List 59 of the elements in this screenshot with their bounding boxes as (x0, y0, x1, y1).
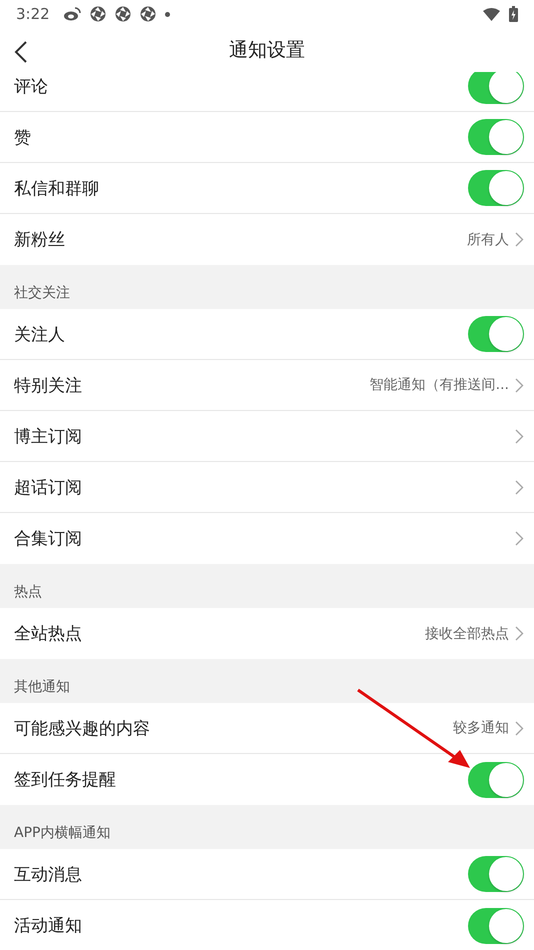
toggle-switch[interactable] (468, 856, 524, 892)
settings-row[interactable]: 可能感兴趣的内容 较多通知 (0, 703, 534, 754)
toggle-switch[interactable] (468, 72, 524, 104)
battery-icon (509, 6, 518, 22)
toggle-switch[interactable] (468, 170, 524, 206)
row-label: 私信和群聊 (14, 178, 100, 200)
chevron-right-icon (515, 531, 524, 546)
settings-row[interactable]: 新粉丝 所有人 (0, 214, 534, 265)
row-label: 合集订阅 (14, 528, 83, 550)
settings-row[interactable]: 赞 (0, 112, 534, 163)
row-label: 全站热点 (14, 623, 83, 645)
page-title: 通知设置 (229, 38, 305, 63)
section-header: 热点 (14, 583, 42, 601)
row-label: 博主订阅 (14, 426, 83, 448)
settings-row[interactable]: 合集订阅 (0, 513, 534, 564)
settings-row[interactable]: 私信和群聊 (0, 163, 534, 214)
row-label: 特别关注 (14, 374, 83, 396)
settings-row[interactable]: 博主订阅 (0, 411, 534, 462)
row-label: 签到任务提醒 (14, 769, 117, 791)
settings-row[interactable]: 签到任务提醒 (0, 754, 534, 805)
dot-icon (164, 12, 170, 16)
aperture-icon (90, 6, 106, 22)
row-label: 关注人 (14, 324, 66, 346)
toggle-switch[interactable] (468, 316, 524, 352)
settings-row[interactable]: 互动消息 (0, 849, 534, 900)
row-label: 可能感兴趣的内容 (14, 718, 151, 740)
section-header: 社交关注 (14, 284, 70, 302)
wifi-icon (483, 8, 500, 20)
weibo-icon (62, 7, 81, 21)
settings-row[interactable]: 全站热点 接收全部热点 (0, 608, 534, 659)
toggle-switch[interactable] (468, 908, 524, 944)
chevron-right-icon (515, 626, 524, 641)
row-label: 评论 (14, 76, 49, 98)
section-header: APP内横幅通知 (14, 824, 110, 842)
setting-value: 所有人 (467, 230, 509, 248)
settings-row[interactable]: 关注人 (0, 309, 534, 360)
setting-value: 接收全部热点 (425, 624, 509, 642)
status-time: 3:22 (16, 5, 50, 23)
settings-row[interactable]: 超话订阅 (0, 462, 534, 513)
aperture-icon (114, 6, 131, 22)
settings-row[interactable]: 评论 (0, 72, 534, 112)
row-label: 活动通知 (14, 915, 83, 937)
settings-row[interactable]: 特别关注 智能通知（有推送间... (0, 360, 534, 411)
row-label: 超话订阅 (14, 476, 83, 498)
toggle-switch[interactable] (468, 119, 524, 155)
chevron-right-icon (515, 428, 524, 444)
aperture-icon (140, 6, 156, 22)
chevron-right-icon (515, 232, 524, 247)
row-label: 互动消息 (14, 864, 83, 886)
setting-value: 智能通知（有推送间... (370, 376, 509, 394)
section-header: 其他通知 (14, 678, 70, 696)
chevron-right-icon (515, 720, 524, 736)
row-label: 赞 (14, 126, 32, 148)
setting-value: 较多通知 (453, 719, 509, 737)
settings-row[interactable]: 活动通知 (0, 900, 534, 950)
row-label: 新粉丝 (14, 229, 66, 251)
chevron-right-icon (515, 480, 524, 494)
chevron-right-icon (515, 378, 524, 392)
toggle-switch[interactable] (468, 762, 524, 798)
